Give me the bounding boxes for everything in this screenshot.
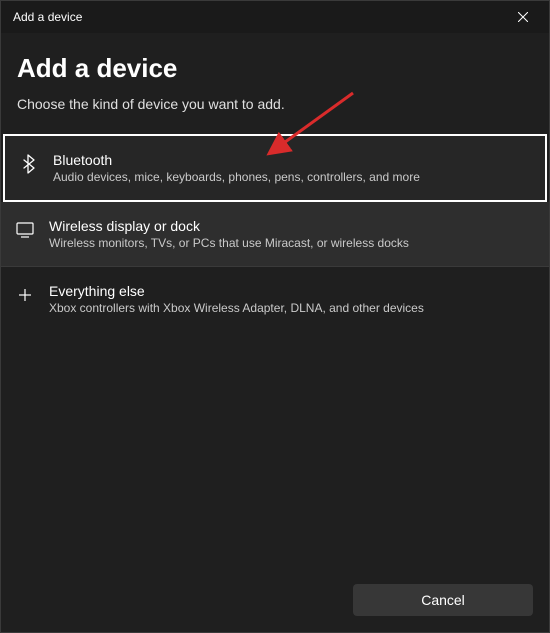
option-everything-else[interactable]: Everything else Xbox controllers with Xb… — [1, 267, 549, 331]
option-text: Everything else Xbox controllers with Xb… — [49, 283, 424, 315]
bluetooth-icon — [19, 154, 39, 174]
option-description: Xbox controllers with Xbox Wireless Adap… — [49, 301, 424, 315]
option-title: Bluetooth — [53, 152, 420, 168]
option-title: Everything else — [49, 283, 424, 299]
close-icon — [518, 12, 528, 22]
option-title: Wireless display or dock — [49, 218, 409, 234]
option-text: Bluetooth Audio devices, mice, keyboards… — [53, 152, 420, 184]
dialog-footer: Cancel — [1, 568, 549, 632]
option-description: Wireless monitors, TVs, or PCs that use … — [49, 236, 409, 250]
plus-icon — [15, 285, 35, 305]
close-button[interactable] — [509, 3, 537, 31]
page-subtitle: Choose the kind of device you want to ad… — [17, 96, 533, 112]
option-text: Wireless display or dock Wireless monito… — [49, 218, 409, 250]
option-wireless-display[interactable]: Wireless display or dock Wireless monito… — [1, 202, 549, 266]
cancel-button[interactable]: Cancel — [353, 584, 533, 616]
monitor-icon — [15, 220, 35, 240]
window-title: Add a device — [13, 10, 82, 24]
option-bluetooth[interactable]: Bluetooth Audio devices, mice, keyboards… — [3, 134, 547, 202]
title-bar: Add a device — [1, 1, 549, 33]
dialog-content: Add a device Choose the kind of device y… — [1, 33, 549, 331]
page-title: Add a device — [17, 53, 533, 84]
option-description: Audio devices, mice, keyboards, phones, … — [53, 170, 420, 184]
